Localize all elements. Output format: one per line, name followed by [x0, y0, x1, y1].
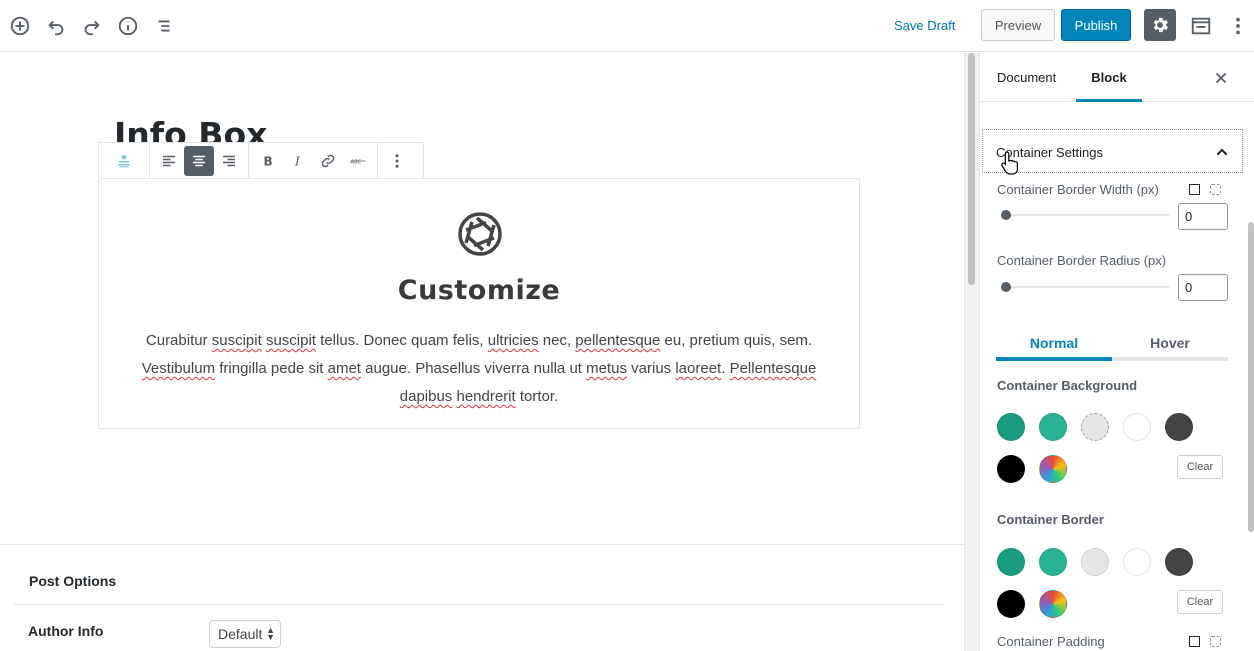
sidebar-tabs: Document Block — [980, 53, 1254, 102]
clear-background-button[interactable]: Clear — [1177, 455, 1223, 479]
individual-sides-icon[interactable] — [1210, 184, 1221, 195]
more-vertical-icon[interactable] — [1225, 13, 1251, 39]
state-tabs: Normal Hover — [996, 331, 1228, 361]
container-border-label: Container Border — [997, 512, 1104, 527]
author-info-value: Default — [218, 626, 263, 642]
chevron-up-icon — [1216, 148, 1228, 156]
color-swatch[interactable] — [997, 548, 1025, 576]
plus-circle-icon[interactable] — [7, 13, 33, 39]
border-width-slider[interactable] — [1001, 214, 1169, 216]
border-width-input[interactable]: 0 — [1178, 203, 1228, 230]
settings-button[interactable] — [1144, 9, 1176, 41]
hand-cursor-icon — [1001, 151, 1019, 175]
tab-document[interactable]: Document — [997, 53, 1056, 102]
post-title[interactable]: Info Box — [114, 113, 267, 143]
container-padding-label: Container Padding — [997, 634, 1105, 649]
all-sides-icon[interactable] — [1189, 636, 1200, 647]
color-swatch[interactable] — [1039, 548, 1067, 576]
post-options-title: Post Options — [29, 573, 117, 589]
color-swatch[interactable] — [1123, 548, 1151, 576]
infobox-title[interactable]: Customize — [99, 275, 859, 306]
border-radius-input[interactable]: 0 — [1178, 274, 1228, 301]
svg-text:B: B — [264, 154, 273, 168]
italic-icon[interactable]: I — [283, 146, 313, 176]
border-width-slider-handle[interactable] — [1001, 210, 1011, 220]
custom-color-picker-icon[interactable] — [1039, 590, 1067, 618]
redo-icon[interactable] — [79, 13, 105, 39]
undo-icon[interactable] — [43, 13, 69, 39]
gear-icon — [1153, 17, 1168, 33]
tab-hover[interactable]: Hover — [1112, 331, 1228, 361]
tab-normal[interactable]: Normal — [996, 331, 1112, 361]
editor-header: Save Draft Preview Publish — [0, 0, 1254, 52]
svg-text:I: I — [294, 154, 300, 168]
close-icon[interactable] — [1212, 69, 1230, 87]
padding-units — [1189, 636, 1221, 647]
editor-scrollbar-thumb[interactable] — [968, 53, 975, 285]
sidebar-scrollbar-thumb[interactable] — [1248, 222, 1254, 532]
color-swatch[interactable] — [1081, 413, 1109, 441]
info-icon[interactable] — [115, 13, 141, 39]
color-swatch[interactable] — [1165, 548, 1193, 576]
border-width-label: Container Border Width (px) — [997, 182, 1159, 197]
color-swatch[interactable] — [1039, 413, 1067, 441]
tab-block[interactable]: Block — [1076, 53, 1142, 102]
divider — [14, 604, 944, 605]
svg-text:ABC: ABC — [351, 159, 362, 165]
color-swatch[interactable] — [1123, 413, 1151, 441]
author-info-select[interactable]: Default ▲ ▼ — [209, 620, 281, 648]
align-left-icon[interactable] — [154, 146, 184, 176]
strikethrough-icon[interactable]: ABC — [343, 146, 373, 176]
color-swatch[interactable] — [997, 455, 1025, 483]
border-radius-label: Container Border Radius (px) — [997, 253, 1167, 268]
editor-canvas: Info Box B I ABC Customize Curabitur sus… — [0, 53, 964, 651]
clear-border-button[interactable]: Clear — [1177, 590, 1223, 614]
publish-button[interactable]: Publish — [1061, 9, 1131, 41]
fullwidth-icon[interactable] — [1188, 13, 1214, 39]
infobox-block-icon[interactable] — [109, 146, 139, 176]
individual-sides-icon[interactable] — [1210, 636, 1221, 647]
color-swatch[interactable] — [1081, 548, 1109, 576]
link-icon[interactable] — [313, 146, 343, 176]
color-swatch[interactable] — [997, 413, 1025, 441]
post-options-panel: Post Options Author Info Default ▲ ▼ — [0, 544, 964, 651]
more-vertical-icon[interactable] — [382, 146, 412, 176]
container-background-label: Container Background — [997, 378, 1138, 393]
border-radius-slider-handle[interactable] — [1001, 282, 1011, 292]
save-draft-button[interactable]: Save Draft — [886, 14, 963, 38]
infobox-block[interactable]: Customize Curabitur suscipit suscipit te… — [98, 178, 860, 429]
color-swatch[interactable] — [1165, 413, 1193, 441]
container-settings-toggle[interactable]: Container Settings — [982, 129, 1243, 175]
align-center-icon[interactable] — [184, 145, 214, 176]
preview-button[interactable]: Preview — [981, 9, 1055, 41]
block-toolbar: B I ABC — [98, 142, 424, 179]
infobox-description[interactable]: Curabitur suscipit suscipit tellus. Done… — [129, 327, 829, 411]
all-sides-icon[interactable] — [1189, 184, 1200, 195]
color-swatch[interactable] — [997, 590, 1025, 618]
border-width-units — [1189, 184, 1221, 195]
bold-icon[interactable]: B — [253, 146, 283, 176]
select-arrows-icon: ▲ ▼ — [266, 625, 275, 642]
settings-sidebar: Document Block Container Settings Contai… — [979, 53, 1254, 651]
custom-color-picker-icon[interactable] — [1039, 455, 1067, 483]
border-radius-slider[interactable] — [1001, 286, 1169, 288]
aperture-icon — [458, 212, 502, 256]
author-info-label: Author Info — [28, 623, 104, 639]
align-right-icon[interactable] — [214, 146, 244, 176]
list-outline-icon[interactable] — [151, 13, 177, 39]
